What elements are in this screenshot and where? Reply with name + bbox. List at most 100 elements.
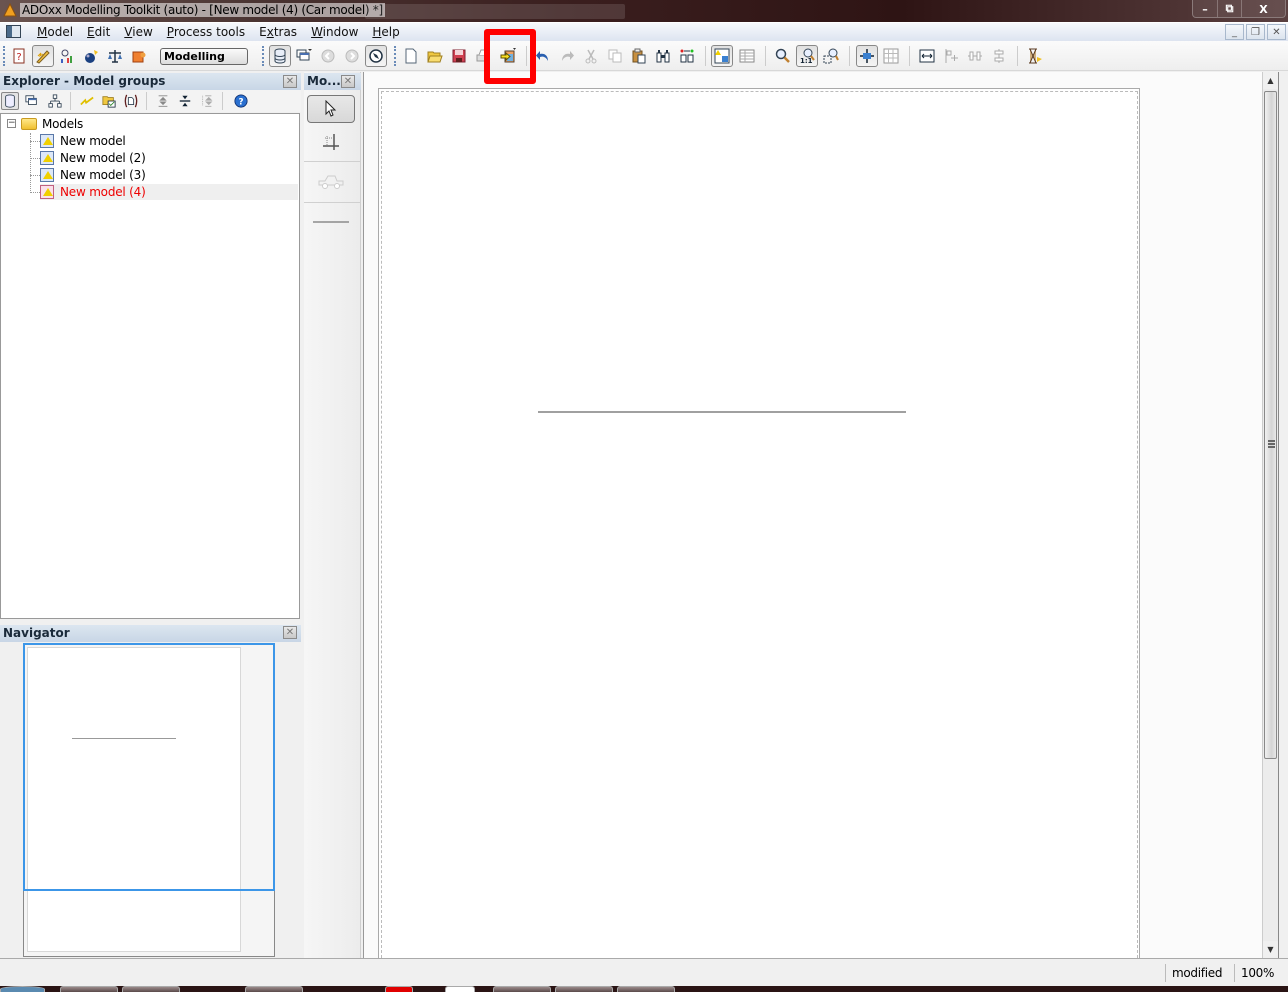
menu-window[interactable]: Window xyxy=(304,25,365,39)
import-export-button[interactable] xyxy=(497,45,519,67)
taskbar-app[interactable] xyxy=(122,986,180,992)
mdi-close-button[interactable]: ✕ xyxy=(1267,24,1286,40)
align-distance-button[interactable] xyxy=(916,45,938,67)
align-horizontal-center-button[interactable] xyxy=(988,45,1010,67)
zoom-button[interactable] xyxy=(772,45,794,67)
zoom-1-1-button[interactable]: 1:1 xyxy=(796,45,818,67)
model-edge-connector[interactable] xyxy=(538,411,906,413)
select-tool[interactable] xyxy=(307,95,355,123)
taskbar-app[interactable] xyxy=(445,986,475,992)
navigator-viewport[interactable] xyxy=(23,643,275,891)
mode-select[interactable]: Modelling xyxy=(160,48,248,65)
expand-all-button[interactable] xyxy=(154,92,172,110)
restore-button[interactable]: ⧉ xyxy=(1217,0,1241,17)
menu-edit[interactable]: Edit xyxy=(80,25,117,39)
scroll-up-arrow-icon[interactable]: ▲ xyxy=(1263,72,1278,89)
toolbar-grip[interactable] xyxy=(262,46,264,66)
taskbar-app[interactable] xyxy=(385,986,413,992)
window-title: ADOxx Modelling Toolkit (auto) - [New mo… xyxy=(20,3,385,17)
line-relation-icon xyxy=(313,221,349,223)
navigator-toggle-button[interactable] xyxy=(365,45,387,67)
help-mode-button[interactable]: ? xyxy=(8,45,30,67)
snap-to-grid-button[interactable] xyxy=(856,45,878,67)
windows-list-button[interactable] xyxy=(293,45,315,67)
hierarchy-view-button[interactable] xyxy=(46,92,64,110)
menu-help[interactable]: Help xyxy=(365,25,406,39)
help-book-icon: ? xyxy=(13,48,25,64)
swimlane-tool[interactable] xyxy=(307,128,355,156)
vertical-scrollbar[interactable]: ▲ ▼ xyxy=(1262,72,1278,958)
tree-item-model[interactable]: New model (4) xyxy=(40,184,298,200)
table-grid-icon xyxy=(739,49,755,63)
graphic-view-button[interactable] xyxy=(711,45,733,67)
evaluation-mode-button[interactable] xyxy=(104,45,126,67)
lightning-button[interactable] xyxy=(78,92,96,110)
model-explorer-button[interactable] xyxy=(269,45,291,67)
timer-button[interactable] xyxy=(1024,45,1046,67)
menu-model[interactable]: Model xyxy=(30,25,80,39)
print-button[interactable] xyxy=(472,45,494,67)
cut-button[interactable] xyxy=(580,45,602,67)
tree-collapse-toggle[interactable]: − xyxy=(7,119,16,128)
expand-level-icon xyxy=(202,95,213,107)
model-reference-button[interactable] xyxy=(122,92,140,110)
minimize-button[interactable]: – xyxy=(1193,0,1217,17)
compass-icon xyxy=(369,49,383,63)
mdi-minimize-button[interactable]: _ xyxy=(1225,24,1244,40)
analysis-mode-button[interactable] xyxy=(56,45,78,67)
simulation-mode-button[interactable] xyxy=(80,45,102,67)
align-left-button[interactable] xyxy=(940,45,962,67)
grid-button[interactable] xyxy=(880,45,902,67)
explorer-close-button[interactable]: ✕ xyxy=(283,75,297,88)
canvas-print-margin xyxy=(381,91,1138,958)
tree-item-model[interactable]: New model (2) xyxy=(40,150,298,166)
tree-connector xyxy=(30,175,40,176)
car-class-tool[interactable] xyxy=(307,168,355,196)
menu-extras[interactable]: Extras xyxy=(252,25,304,39)
collapse-all-button[interactable] xyxy=(176,92,194,110)
taskbar-app[interactable] xyxy=(245,986,303,992)
expand-level-button[interactable] xyxy=(198,92,216,110)
scroll-down-arrow-icon[interactable]: ▼ xyxy=(1263,941,1278,958)
open-checked-button[interactable] xyxy=(100,92,118,110)
modelling-mode-button[interactable] xyxy=(32,45,54,67)
navigate-back-button[interactable] xyxy=(317,45,339,67)
paste-button[interactable] xyxy=(628,45,650,67)
redo-button[interactable] xyxy=(556,45,578,67)
windows-view-button[interactable] xyxy=(23,92,41,110)
mdi-restore-button[interactable]: ❐ xyxy=(1246,24,1265,40)
copy-button[interactable] xyxy=(604,45,626,67)
explorer-help-button[interactable]: ? xyxy=(232,92,250,110)
navigator-close-button[interactable]: ✕ xyxy=(283,626,297,639)
tree-item-model[interactable]: New model (3) xyxy=(40,167,298,183)
table-view-button[interactable] xyxy=(736,45,758,67)
new-model-button[interactable] xyxy=(400,45,422,67)
navigate-forward-button[interactable] xyxy=(341,45,363,67)
toolbar-grip[interactable] xyxy=(3,46,5,66)
menu-view[interactable]: View xyxy=(117,25,159,39)
zoom-fit-button[interactable] xyxy=(820,45,842,67)
taskbar-app[interactable] xyxy=(493,986,551,992)
taskbar-app[interactable] xyxy=(617,986,675,992)
import-export-mode-button[interactable] xyxy=(128,45,150,67)
compare-button[interactable] xyxy=(676,45,698,67)
modelling-bar-close-button[interactable]: ✕ xyxy=(341,75,355,88)
save-model-button[interactable] xyxy=(448,45,470,67)
model-groups-view-button[interactable] xyxy=(1,92,19,110)
scroll-thumb[interactable] xyxy=(1264,91,1277,759)
find-button[interactable] xyxy=(652,45,674,67)
toolbar-grip[interactable] xyxy=(394,46,396,66)
undo-button[interactable] xyxy=(532,45,554,67)
edge-relation-tool[interactable] xyxy=(307,208,355,236)
document-system-menu-icon[interactable] xyxy=(6,25,21,38)
align-vertical-center-button[interactable] xyxy=(964,45,986,67)
taskbar-app[interactable] xyxy=(60,986,118,992)
taskbar-app[interactable] xyxy=(555,986,613,992)
tree-root-models[interactable]: Models xyxy=(21,116,85,132)
open-model-button[interactable] xyxy=(424,45,446,67)
tree-item-model[interactable]: New model xyxy=(40,133,298,149)
menu-process-tools[interactable]: Process tools xyxy=(160,25,252,39)
tree-connector xyxy=(30,133,31,193)
start-button[interactable] xyxy=(0,986,45,992)
close-button[interactable]: X xyxy=(1241,0,1285,17)
